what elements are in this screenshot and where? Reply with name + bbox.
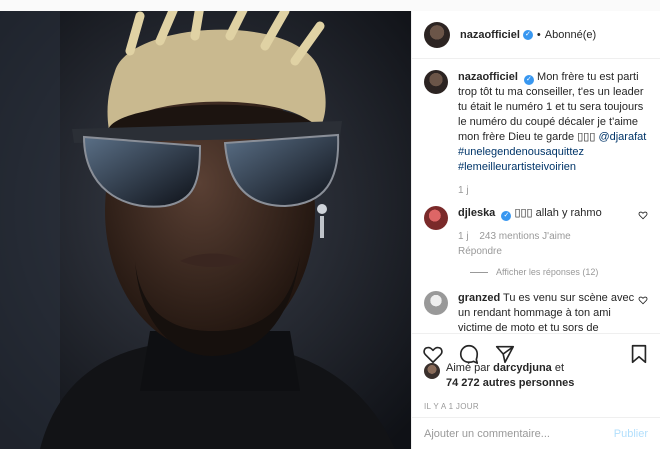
comment-like-heart-icon[interactable] — [638, 210, 648, 220]
comment-text: ▯▯▯ allah y rahmo — [514, 207, 602, 219]
commenter-avatar[interactable] — [424, 291, 448, 315]
post-photo[interactable] — [0, 11, 411, 449]
comment-like-heart-icon[interactable] — [638, 295, 648, 305]
comment-likes[interactable]: 243 mentions J'aime — [479, 231, 570, 242]
liker-avatar[interactable] — [424, 363, 440, 379]
author-avatar[interactable] — [424, 21, 450, 48]
show-replies-button[interactable]: Afficher les réponses (12) — [470, 267, 648, 277]
commenter-username[interactable]: djleska — [458, 207, 495, 219]
author-username[interactable]: nazaofficiel — [460, 29, 520, 41]
likes-prefix: Aimé par — [446, 362, 491, 374]
comment-item: djleska ✓ ▯▯▯ allah y rahmo 1 j 243 ment… — [424, 206, 648, 259]
commenter-username[interactable]: granzed — [458, 292, 500, 304]
commenter-avatar[interactable] — [424, 206, 448, 230]
likes-conj: et — [554, 362, 565, 374]
comments-list[interactable]: nazaofficiel ✓ Mon frère tu est parti tr… — [412, 60, 660, 333]
verified-badge-icon: ✓ — [523, 75, 534, 85]
add-comment-bar: Ajouter un commentaire... Publier — [412, 417, 660, 449]
post-header: nazaofficiel ✓ • Abonné(e) — [412, 11, 660, 59]
post-timestamp: IL Y A 1 JOUR — [424, 402, 479, 411]
likes-summary: Aimé par darcydjuna et 74 272 autres per… — [424, 361, 648, 391]
post-panel: nazaofficiel ✓ • Abonné(e) nazaofficiel … — [411, 11, 660, 449]
comment-time: 1 j — [458, 231, 469, 242]
caption-hashtag-link[interactable]: #unelegendenousaquittez — [458, 146, 584, 158]
follow-status-button[interactable]: Abonné(e) — [545, 29, 596, 41]
liker-username[interactable]: darcydjuna — [493, 362, 552, 374]
caption: nazaofficiel ✓ Mon frère tu est parti tr… — [424, 70, 648, 198]
header-separator: • — [536, 28, 541, 41]
caption-mention-link[interactable]: @djarafat — [598, 131, 646, 143]
caption-avatar[interactable] — [424, 70, 448, 94]
caption-username[interactable]: nazaofficiel — [458, 71, 518, 83]
caption-time: 1 j — [458, 185, 469, 196]
verified-badge-icon: ✓ — [501, 211, 512, 221]
comment-input[interactable]: Ajouter un commentaire... — [424, 428, 614, 440]
verified-badge-icon: ✓ — [522, 29, 533, 40]
reply-button[interactable]: Répondre — [458, 246, 502, 257]
comment-item: granzed Tu es venu sur scène avec un ren… — [424, 291, 648, 333]
caption-hashtag-link[interactable]: #lemeilleurartisteivoirien — [458, 161, 576, 173]
publish-button[interactable]: Publier — [614, 428, 648, 440]
likes-others-link[interactable]: 74 272 autres personnes — [446, 377, 574, 389]
portrait-image — [0, 11, 411, 449]
